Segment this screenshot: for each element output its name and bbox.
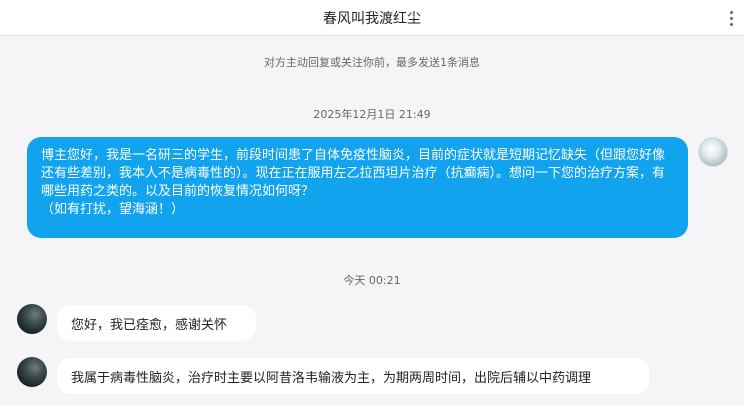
outgoing-message-bubble[interactable]: 博主您好，我是一名研三的学生，前段时间患了自体免疫性脑炎，目前的症状就是短期记忆…: [27, 137, 688, 238]
message-text: 我属于病毒性脑炎，治疗时主要以阿昔洛韦输液为主，为期两周时间，出院后辅以中药调理: [71, 370, 592, 386]
message-timestamp: 今天 00:21: [343, 274, 401, 287]
message-text: 您好，我已痊愈，感谢关怀: [71, 317, 228, 333]
vertical-ellipsis-icon[interactable]: [724, 8, 738, 28]
contact-avatar[interactable]: [17, 357, 47, 387]
message-timestamp: 2025年12月1日 21:49: [313, 108, 431, 121]
contact-avatar[interactable]: [17, 304, 47, 334]
my-avatar[interactable]: [698, 137, 728, 167]
incoming-message-bubble[interactable]: 您好，我已痊愈，感谢关怀: [57, 305, 256, 341]
chat-title: 春风叫我渡红尘: [323, 10, 421, 27]
incoming-message-bubble[interactable]: 我属于病毒性脑炎，治疗时主要以阿昔洛韦输液为主，为期两周时间，出院后辅以中药调理: [57, 358, 649, 394]
chat-header: 春风叫我渡红尘: [0, 0, 744, 36]
system-notice: 对方主动回复或关注你前，最多发送1条消息: [264, 56, 480, 69]
message-text: 博主您好，我是一名研三的学生，前段时间患了自体免疫性脑炎，目前的症状就是短期记忆…: [41, 148, 666, 217]
